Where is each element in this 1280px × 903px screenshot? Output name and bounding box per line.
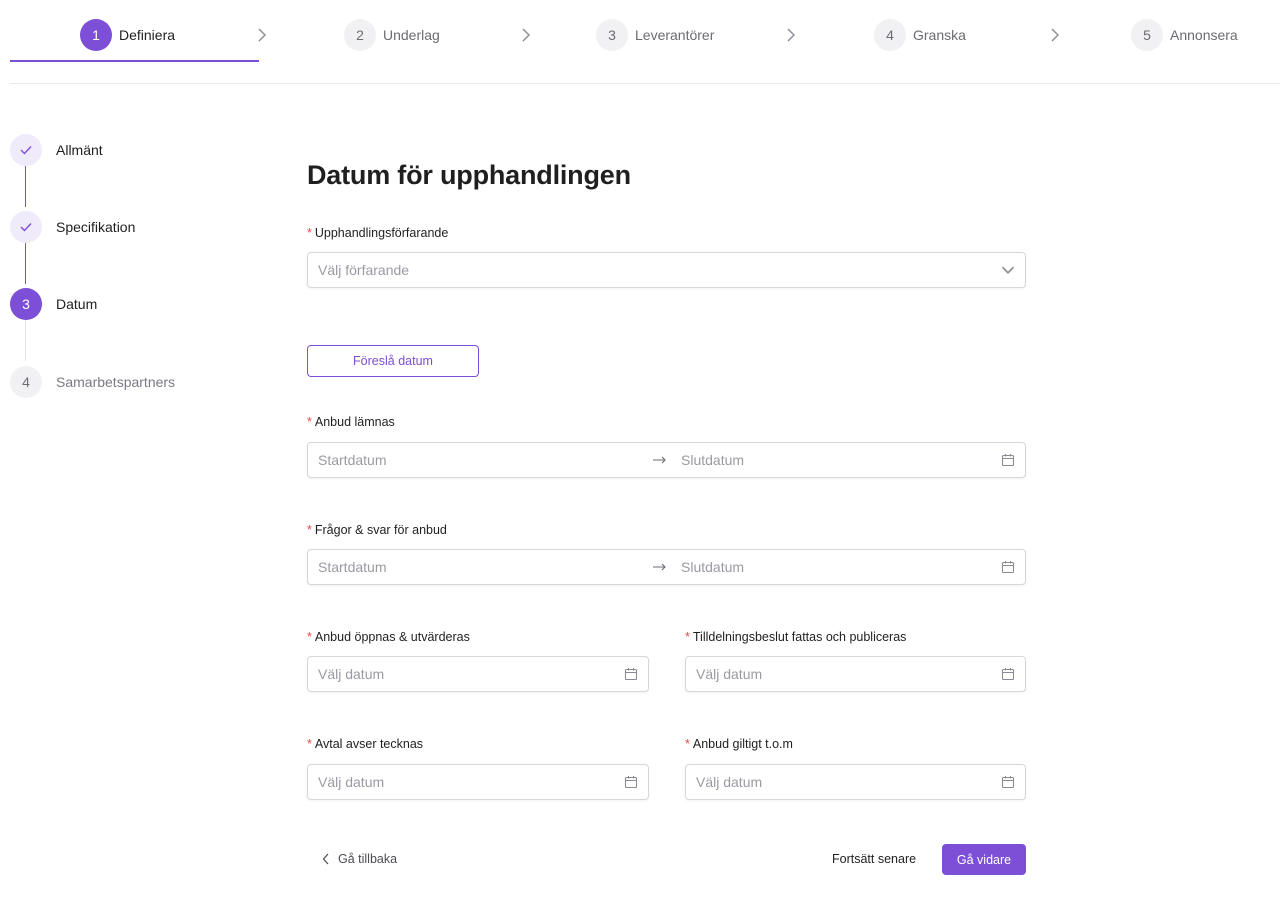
step-number: 4 xyxy=(10,366,42,398)
side-step-label: Allmänt xyxy=(56,142,103,158)
valid-until-label-text: Anbud giltigt t.o.m xyxy=(692,737,793,751)
opening-label-text: Anbud öppnas & utvärderas xyxy=(314,630,470,644)
side-step-datum[interactable]: 3 Datum xyxy=(10,288,97,320)
required-mark: * xyxy=(307,630,312,644)
step-label: Underlag xyxy=(383,27,440,43)
page-title: Datum för upphandlingen xyxy=(307,160,631,190)
step-number: 4 xyxy=(874,19,906,51)
side-step-specifikation[interactable]: Specifikation xyxy=(10,211,135,243)
top-step-granska[interactable]: 4 Granska xyxy=(874,19,966,51)
start-date-input[interactable]: Startdatum xyxy=(318,559,645,575)
award-label: * Tilldelningsbeslut fattas och publicera… xyxy=(685,630,906,644)
required-mark: * xyxy=(307,737,312,751)
contract-label-text: Avtal avser tecknas xyxy=(314,737,424,751)
chevron-right-icon xyxy=(258,28,266,42)
calendar-icon xyxy=(624,776,638,789)
calendar-icon xyxy=(1001,561,1015,574)
top-stepper: 1 Definiera 2 Underlag 3 Leverantörer 4 … xyxy=(10,0,1280,84)
end-date-input[interactable]: Slutdatum xyxy=(681,452,1001,468)
arrow-right-icon xyxy=(653,563,666,571)
required-mark: * xyxy=(685,737,690,751)
step-connector xyxy=(25,166,26,207)
step-label: Granska xyxy=(913,27,966,43)
chevron-right-icon xyxy=(522,28,530,42)
step-number: 1 xyxy=(80,19,112,51)
required-mark: * xyxy=(307,226,312,240)
opening-placeholder: Välj datum xyxy=(318,666,385,682)
end-date-input[interactable]: Slutdatum xyxy=(681,559,1001,575)
award-label-text: Tilldelningsbeslut fattas och publiceras xyxy=(692,630,907,644)
suggest-dates-button[interactable]: Föreslå datum xyxy=(307,345,479,377)
step-number: 3 xyxy=(10,288,42,320)
step-number: 2 xyxy=(344,19,376,51)
required-mark: * xyxy=(307,415,312,429)
award-date-input[interactable]: Välj datum xyxy=(685,656,1026,692)
award-placeholder: Välj datum xyxy=(696,666,763,682)
opening-label: * Anbud öppnas & utvärderas xyxy=(307,630,470,644)
side-step-label: Samarbetspartners xyxy=(56,374,176,390)
side-step-label: Datum xyxy=(56,296,98,312)
questions-label: * Frågor & svar för anbud xyxy=(307,523,447,537)
contract-label: * Avtal avser tecknas xyxy=(307,737,423,751)
back-label: Gå tillbaka xyxy=(338,852,398,866)
top-step-underlag[interactable]: 2 Underlag xyxy=(344,19,440,51)
questions-label-text: Frågor & svar för anbud xyxy=(314,523,447,537)
required-mark: * xyxy=(307,523,312,537)
step-label: Annonsera xyxy=(1170,27,1238,43)
tender-submission-range[interactable]: Startdatum Slutdatum xyxy=(307,442,1026,478)
tender-submission-label-text: Anbud lämnas xyxy=(314,415,395,429)
back-button[interactable]: Gå tillbaka xyxy=(322,850,397,868)
arrow-right-icon xyxy=(653,456,666,464)
check-icon xyxy=(10,211,42,243)
step-number: 5 xyxy=(1131,19,1163,51)
opening-date-input[interactable]: Välj datum xyxy=(307,656,649,692)
calendar-icon xyxy=(1001,776,1015,789)
step-label: Definiera xyxy=(119,27,176,43)
chevron-right-icon xyxy=(787,28,795,42)
top-step-leverantorer[interactable]: 3 Leverantörer xyxy=(596,19,714,51)
step-connector xyxy=(25,320,26,361)
calendar-icon xyxy=(1001,668,1015,681)
procedure-placeholder: Välj förfarande xyxy=(318,262,410,278)
valid-until-label: * Anbud giltigt t.o.m xyxy=(685,737,793,751)
active-step-underline xyxy=(10,60,259,62)
contract-placeholder: Välj datum xyxy=(318,774,385,790)
top-step-definiera[interactable]: 1 Definiera xyxy=(80,19,175,51)
side-step-samarbetspartners[interactable]: 4 Samarbetspartners xyxy=(10,366,175,398)
valid-until-placeholder: Välj datum xyxy=(696,774,763,790)
step-number: 3 xyxy=(596,19,628,51)
required-mark: * xyxy=(685,630,690,644)
step-label: Leverantörer xyxy=(635,27,715,43)
next-button[interactable]: Gå vidare xyxy=(942,844,1026,875)
chevron-right-icon xyxy=(1051,28,1059,42)
side-step-label: Specifikation xyxy=(56,219,136,235)
chevron-left-icon xyxy=(322,853,329,865)
check-icon xyxy=(10,134,42,166)
step-connector xyxy=(25,243,26,284)
contract-date-input[interactable]: Välj datum xyxy=(307,764,649,800)
start-date-input[interactable]: Startdatum xyxy=(318,452,645,468)
top-step-annonsera[interactable]: 5 Annonsera xyxy=(1131,19,1238,51)
continue-later-button[interactable]: Fortsätt senare xyxy=(832,850,916,868)
questions-range[interactable]: Startdatum Slutdatum xyxy=(307,549,1026,585)
procedure-select[interactable]: Välj förfarande xyxy=(307,252,1026,288)
chevron-down-icon xyxy=(1001,266,1015,274)
procedure-label: * Upphandlingsförfarande xyxy=(307,226,448,240)
tender-submission-label: * Anbud lämnas xyxy=(307,415,395,429)
calendar-icon xyxy=(1001,454,1015,467)
calendar-icon xyxy=(624,668,638,681)
side-step-allmant[interactable]: Allmänt xyxy=(10,134,103,166)
procedure-label-text: Upphandlingsförfarande xyxy=(314,226,449,240)
valid-until-date-input[interactable]: Välj datum xyxy=(685,764,1026,800)
